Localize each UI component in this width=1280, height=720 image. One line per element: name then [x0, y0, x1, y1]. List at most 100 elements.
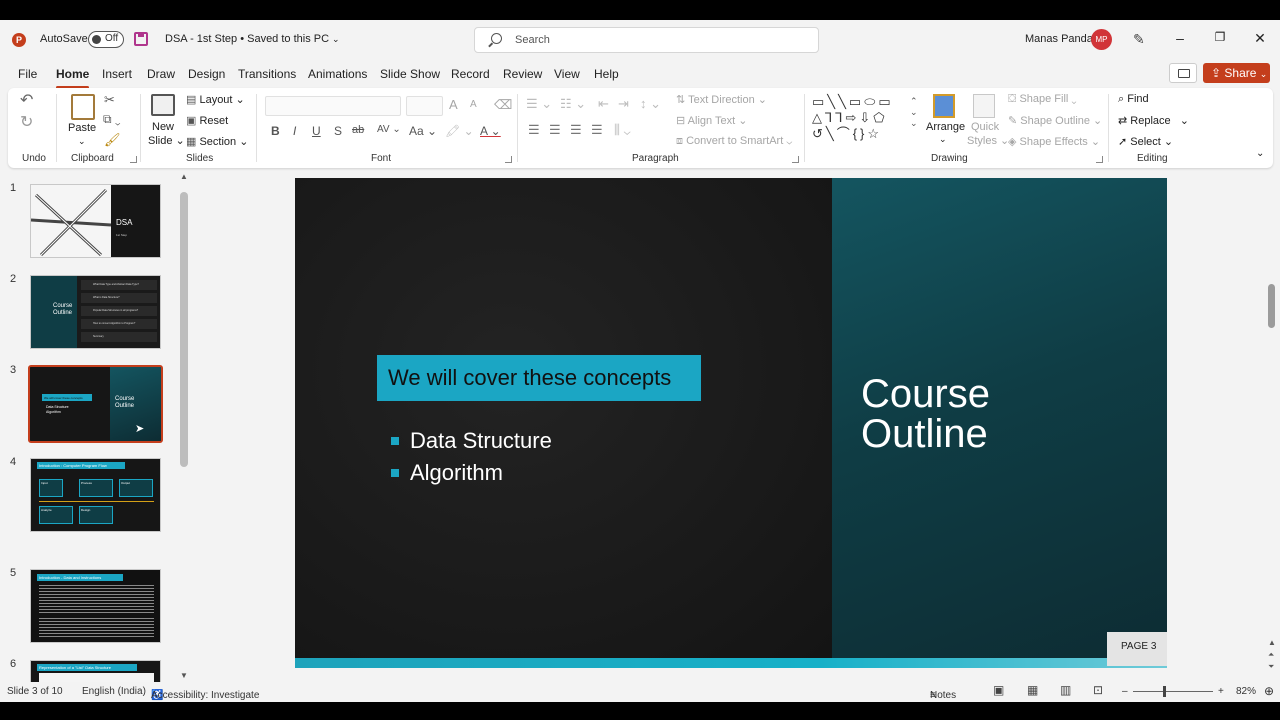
line-spacing-icon[interactable]: ↕ ⌄ [640, 96, 661, 112]
slide-thumbnail-5[interactable]: Introduction - Data and Instructions [30, 569, 161, 643]
gallery-scroll-icon[interactable]: ⌃ ⌄ ⌄ [910, 96, 918, 129]
slide-thumbnail-4[interactable]: Introduction : Computer Program Flow Inp… [30, 458, 161, 532]
reading-view-icon[interactable]: ▥ [1060, 683, 1071, 697]
bold-button[interactable]: B [271, 124, 280, 138]
tab-help[interactable]: Help [594, 67, 619, 81]
numbering-icon[interactable]: ☷ ⌄ [560, 96, 586, 112]
underline-button[interactable]: U [312, 124, 321, 138]
tab-design[interactable]: Design [188, 67, 225, 81]
document-title[interactable]: DSA - 1st Step • Saved to this PC ⌄ [165, 33, 340, 45]
ribbon-collapse-icon[interactable]: ⌄ [1256, 148, 1264, 159]
close-icon[interactable]: ✕ [1250, 30, 1270, 47]
paste-icon[interactable] [71, 94, 95, 120]
clear-formatting-icon[interactable]: ⌫ [494, 97, 512, 113]
slideshow-icon[interactable]: ⊡ [1093, 683, 1103, 697]
bullets-icon[interactable]: ☰ ⌄ [526, 96, 552, 112]
highlight-icon[interactable]: 🖍 ⌄ [445, 124, 474, 138]
slide-thumbnail-2[interactable]: Course Outline What Data Type and Abstrac… [30, 275, 161, 349]
slide-thumbnail-6[interactable]: Representation of a "List" Data Structur… [30, 660, 161, 682]
select-button[interactable]: ➚ Select ⌄ [1118, 135, 1173, 148]
copy-icon[interactable]: ⧉ ⌄ [103, 112, 121, 127]
zoom-out-icon[interactable]: – [1122, 686, 1128, 697]
next-slide-icon[interactable]: ⏷ [1268, 662, 1274, 672]
normal-view-icon[interactable]: ▣ [993, 683, 1004, 697]
comments-button[interactable] [1169, 63, 1197, 83]
columns-icon[interactable]: ⫼ ⌄ [614, 122, 631, 138]
slide-sorter-icon[interactable]: ▦ [1027, 683, 1038, 697]
cut-icon[interactable]: ✂ [104, 92, 115, 108]
scroll-up-icon[interactable]: ▲ [180, 172, 188, 181]
zoom-slider-thumb[interactable] [1163, 686, 1166, 697]
spacing-button[interactable]: AV ⌄ [377, 124, 401, 135]
slide-thumbnail-1[interactable]: DSA 1st Step [30, 184, 161, 258]
tab-slide-show[interactable]: Slide Show [380, 67, 440, 81]
dialog-launcher-icon[interactable] [1096, 156, 1103, 163]
convert-smartart-button[interactable]: ⧈ Convert to SmartArt ⌄ [676, 135, 792, 148]
restore-icon[interactable]: ❐ [1210, 30, 1230, 44]
tab-animations[interactable]: Animations [308, 67, 367, 81]
page-number-box[interactable]: PAGE 3 [1107, 632, 1167, 666]
dialog-launcher-icon[interactable] [792, 156, 799, 163]
increase-indent-icon[interactable]: ⇥ [618, 96, 629, 112]
slide-title[interactable]: Course Outline [861, 374, 990, 454]
redo-icon[interactable]: ↻ [20, 112, 33, 132]
font-size-field[interactable] [406, 96, 443, 116]
section-button[interactable]: ▦ Section ⌄ [186, 135, 248, 148]
quick-styles-icon[interactable] [973, 94, 995, 118]
slide-canvas[interactable]: We will cover these concepts Data Struct… [295, 178, 1167, 668]
strikethrough-button[interactable]: ab [352, 124, 364, 136]
justify-icon[interactable]: ☰ [591, 122, 603, 138]
thumbnail-scrollbar[interactable] [180, 192, 188, 467]
shadow-button[interactable]: S [334, 124, 342, 138]
chevron-down-icon[interactable]: ⌄ [939, 134, 947, 145]
new-slide-icon[interactable] [151, 94, 175, 116]
tab-record[interactable]: Record [451, 67, 490, 81]
grow-font-icon[interactable]: A [449, 97, 458, 112]
scroll-up-icon[interactable]: ▲ [1268, 638, 1276, 647]
avatar[interactable]: MP [1091, 29, 1112, 50]
shape-fill-button[interactable]: ⛋ Shape Fill ⌄ [1008, 93, 1077, 106]
tab-review[interactable]: Review [503, 67, 542, 81]
minimize-icon[interactable]: – [1170, 30, 1190, 46]
shapes-gallery[interactable]: ▭╲╲▭⬭▭ △⅂⅂⇨⇩⬠ ↺╲⌒{}☆ [812, 94, 916, 144]
tab-insert[interactable]: Insert [102, 67, 132, 81]
shape-effects-button[interactable]: ◈ Shape Effects ⌄ [1008, 135, 1100, 148]
quick-styles-label-2[interactable]: Styles ⌄ [967, 134, 1009, 147]
save-icon[interactable] [134, 32, 148, 46]
new-slide-label-1[interactable]: New [152, 121, 174, 133]
share-button[interactable]: ⇪ Share ⌄ [1203, 63, 1270, 83]
dialog-launcher-icon[interactable] [505, 156, 512, 163]
align-center-icon[interactable]: ☰ [549, 122, 561, 138]
quick-styles-label-1[interactable]: Quick [971, 121, 999, 133]
pen-icon[interactable]: ✎ [1133, 31, 1145, 48]
bullet-text[interactable]: Algorithm [410, 460, 503, 486]
slide-heading-box[interactable]: We will cover these concepts [377, 355, 701, 401]
format-painter-icon[interactable]: 🖌 [104, 132, 121, 148]
tab-transitions[interactable]: Transitions [238, 67, 296, 81]
text-direction-button[interactable]: ⇅ Text Direction ⌄ [676, 93, 767, 106]
user-name[interactable]: Manas Panda [1025, 33, 1093, 45]
tab-view[interactable]: View [554, 67, 580, 81]
font-color-icon[interactable]: A ⌄ [480, 124, 501, 138]
layout-button[interactable]: ▤ Layout ⌄ [186, 93, 245, 106]
dialog-launcher-icon[interactable] [130, 156, 137, 163]
chevron-down-icon[interactable]: ⌄ [78, 136, 86, 147]
search-box[interactable]: Search [474, 27, 819, 53]
tab-file[interactable]: File [18, 67, 37, 81]
arrange-label[interactable]: Arrange [926, 121, 965, 133]
shrink-font-icon[interactable]: A [470, 99, 477, 110]
decrease-indent-icon[interactable]: ⇤ [598, 96, 609, 112]
align-right-icon[interactable]: ☰ [570, 122, 582, 138]
replace-button[interactable]: ⇄ Replace ⌄ [1118, 114, 1189, 127]
tab-draw[interactable]: Draw [147, 67, 175, 81]
arrange-icon[interactable] [933, 94, 955, 118]
reset-button[interactable]: ▣ Reset [186, 114, 228, 127]
new-slide-label-2[interactable]: Slide ⌄ [148, 134, 185, 147]
fit-to-window-icon[interactable]: ⊕ [1264, 684, 1274, 698]
align-left-icon[interactable]: ☰ [528, 122, 540, 138]
tab-home[interactable]: Home [56, 67, 90, 89]
zoom-level[interactable]: 82% [1236, 686, 1256, 697]
language[interactable]: English (India) [82, 686, 146, 697]
shape-outline-button[interactable]: ✎ Shape Outline ⌄ [1008, 114, 1102, 127]
change-case-button[interactable]: Aa ⌄ [409, 124, 437, 138]
